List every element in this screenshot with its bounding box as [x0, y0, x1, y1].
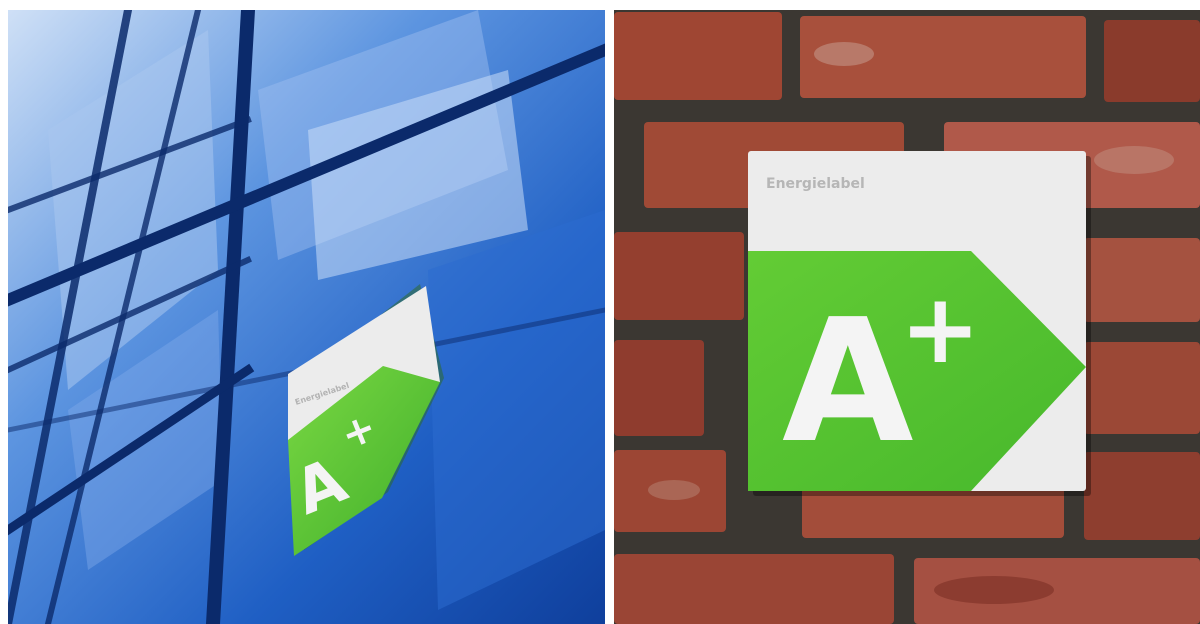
rating-plus-text: +: [900, 273, 980, 385]
brick-wall-photo: Energielabel A +: [614, 10, 1200, 624]
rating-letter-text: A: [782, 283, 914, 481]
glass-facade-scene: Energielabel A +: [8, 10, 605, 624]
glass-facade-photo: Energielabel A +: [8, 10, 605, 624]
sign-title-text: Energielabel: [766, 176, 865, 192]
energy-label-sign: Energielabel A +: [748, 151, 1091, 496]
brick-wall-scene: Energielabel A +: [614, 10, 1200, 624]
